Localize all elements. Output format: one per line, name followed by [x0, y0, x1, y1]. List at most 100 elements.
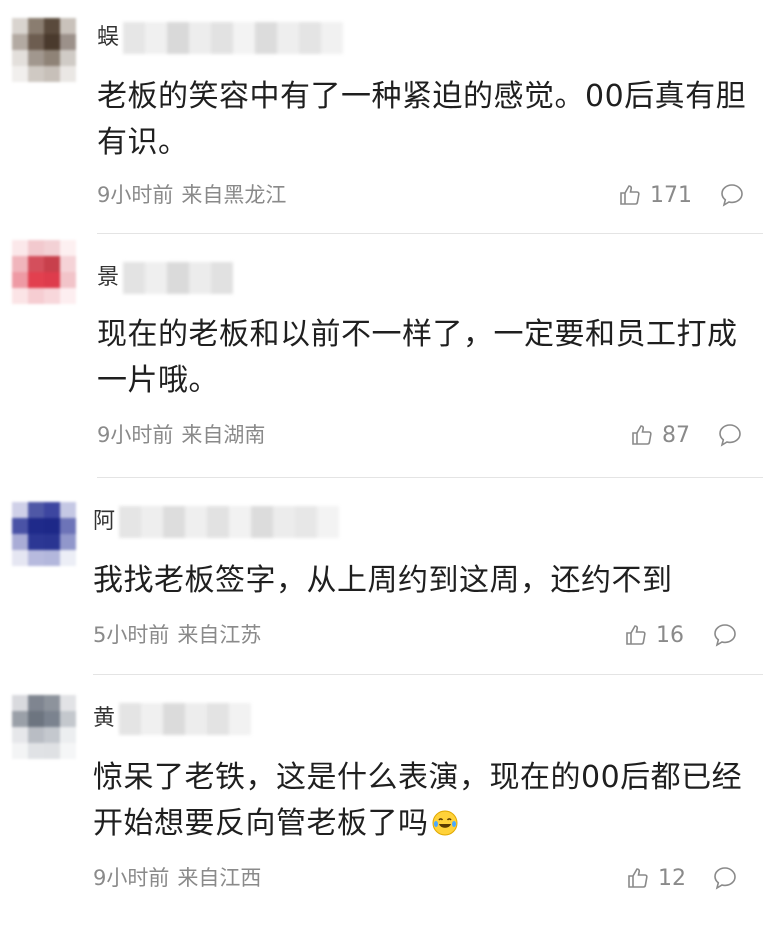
avatar-pixel	[28, 518, 44, 534]
avatar-pixel	[60, 34, 76, 50]
avatar-pixel	[44, 727, 60, 743]
avatar-pixel	[12, 502, 28, 518]
comment-location: 来自湖南	[181, 423, 266, 447]
thumbs-up-icon	[632, 425, 652, 445]
divider	[97, 477, 763, 478]
thumbs-up-icon	[628, 868, 648, 888]
avatar[interactable]	[12, 502, 76, 566]
avatar-pixel	[28, 240, 44, 256]
avatar-pixel	[12, 66, 28, 82]
avatar-pixel	[60, 240, 76, 256]
avatar-pixel	[44, 272, 60, 288]
comment-location: 来自江苏	[177, 623, 262, 647]
comment-meta: 9小时前 来自湖南	[97, 420, 265, 450]
avatar-pixel	[44, 502, 60, 518]
avatar-pixel	[60, 695, 76, 711]
avatar-pixel	[28, 550, 44, 566]
avatar-pixel	[60, 534, 76, 550]
comment-location: 来自黑龙江	[181, 183, 287, 207]
avatar-pixel	[28, 256, 44, 272]
avatar-pixel	[28, 18, 44, 34]
comment-text: 现在的老板和以前不一样了，一定要和员工打成一片哦。	[97, 317, 738, 398]
avatar-pixel	[12, 288, 28, 304]
comment-location: 来自江西	[177, 866, 262, 890]
username[interactable]: 景	[97, 262, 243, 294]
divider	[97, 233, 763, 234]
username-mosaic	[119, 506, 359, 538]
comment-bubble-icon[interactable]	[717, 422, 743, 448]
username-initial: 黄	[93, 706, 116, 731]
comment-bubble-icon[interactable]	[712, 865, 738, 891]
avatar-pixel	[12, 518, 28, 534]
like-count: 12	[658, 865, 686, 891]
avatar-pixel	[60, 550, 76, 566]
comment-item: 阿 我找老板签字，从上周约到这周，还约不到 5小时前 来自江苏 16	[0, 502, 763, 676]
comment-meta: 9小时前 来自江西	[93, 863, 261, 893]
avatar-pixel	[44, 518, 60, 534]
avatar-pixel	[28, 50, 44, 66]
avatar-pixel	[12, 50, 28, 66]
comment-text: 我找老板签字，从上周约到这周，还约不到	[93, 563, 673, 598]
username-mosaic	[123, 22, 353, 54]
avatar-pixel	[28, 727, 44, 743]
avatar-pixel	[60, 50, 76, 66]
comment-text: 老板的笑容中有了一种紧迫的感觉。00后真有胆有识。	[97, 79, 747, 160]
avatar-pixel	[60, 727, 76, 743]
avatar[interactable]	[12, 18, 76, 82]
avatar-pixel	[12, 743, 28, 759]
username-initial: 蜈	[97, 25, 120, 50]
avatar-pixel	[60, 66, 76, 82]
like-button[interactable]: 16	[624, 620, 684, 650]
like-button[interactable]: 87	[630, 420, 690, 450]
comment-item: 景 现在的老板和以前不一样了，一定要和员工打成一片哦。 9小时前 来自湖南 87	[0, 240, 763, 478]
divider	[93, 674, 763, 675]
avatar-pixel	[12, 18, 28, 34]
avatar[interactable]	[12, 240, 76, 304]
comment-time: 9小时前	[97, 423, 174, 447]
username[interactable]: 蜈	[97, 22, 353, 54]
avatar-pixel	[28, 272, 44, 288]
thumbs-up-icon	[620, 185, 640, 205]
avatar-pixel	[28, 34, 44, 50]
avatar-pixel	[28, 288, 44, 304]
avatar-pixel	[44, 288, 60, 304]
avatar-pixel	[44, 711, 60, 727]
comment-text: 惊呆了老铁，这是什么表演，现在的00后都已经开始想要反向管老板了吗	[93, 755, 743, 851]
avatar-pixel	[44, 695, 60, 711]
comment-bubble-icon[interactable]	[719, 182, 745, 208]
comment-meta: 5小时前 来自江苏	[93, 620, 261, 650]
avatar-pixel	[44, 743, 60, 759]
avatar-pixel	[12, 711, 28, 727]
laughing-tears-emoji-icon	[431, 805, 459, 851]
like-count: 87	[662, 422, 690, 448]
comment-bubble-icon[interactable]	[712, 622, 738, 648]
avatar[interactable]	[12, 695, 76, 759]
username[interactable]: 黄	[93, 703, 265, 735]
avatar-pixel	[28, 695, 44, 711]
comment-time: 9小时前	[97, 183, 174, 207]
avatar-pixel	[12, 34, 28, 50]
avatar-pixel	[44, 18, 60, 34]
username[interactable]: 阿	[93, 506, 359, 538]
avatar-pixel	[44, 240, 60, 256]
avatar-pixel	[28, 743, 44, 759]
avatar-pixel	[60, 256, 76, 272]
avatar-pixel	[44, 534, 60, 550]
comment-item: 蜈 老板的笑容中有了一种紧迫的感觉。00后真有胆有识。 9小时前 来自黑龙江 17…	[0, 18, 763, 234]
like-count: 171	[650, 182, 692, 208]
avatar-pixel	[12, 240, 28, 256]
username-mosaic	[119, 703, 265, 735]
comment-time: 5小时前	[93, 623, 170, 647]
like-button[interactable]: 12	[626, 863, 686, 893]
avatar-pixel	[44, 256, 60, 272]
avatar-pixel	[28, 502, 44, 518]
like-button[interactable]: 171	[618, 180, 692, 210]
avatar-pixel	[28, 711, 44, 727]
avatar-pixel	[60, 502, 76, 518]
avatar-pixel	[60, 518, 76, 534]
avatar-pixel	[60, 743, 76, 759]
avatar-pixel	[60, 272, 76, 288]
avatar-pixel	[60, 18, 76, 34]
avatar-pixel	[12, 550, 28, 566]
username-mosaic	[123, 262, 243, 294]
